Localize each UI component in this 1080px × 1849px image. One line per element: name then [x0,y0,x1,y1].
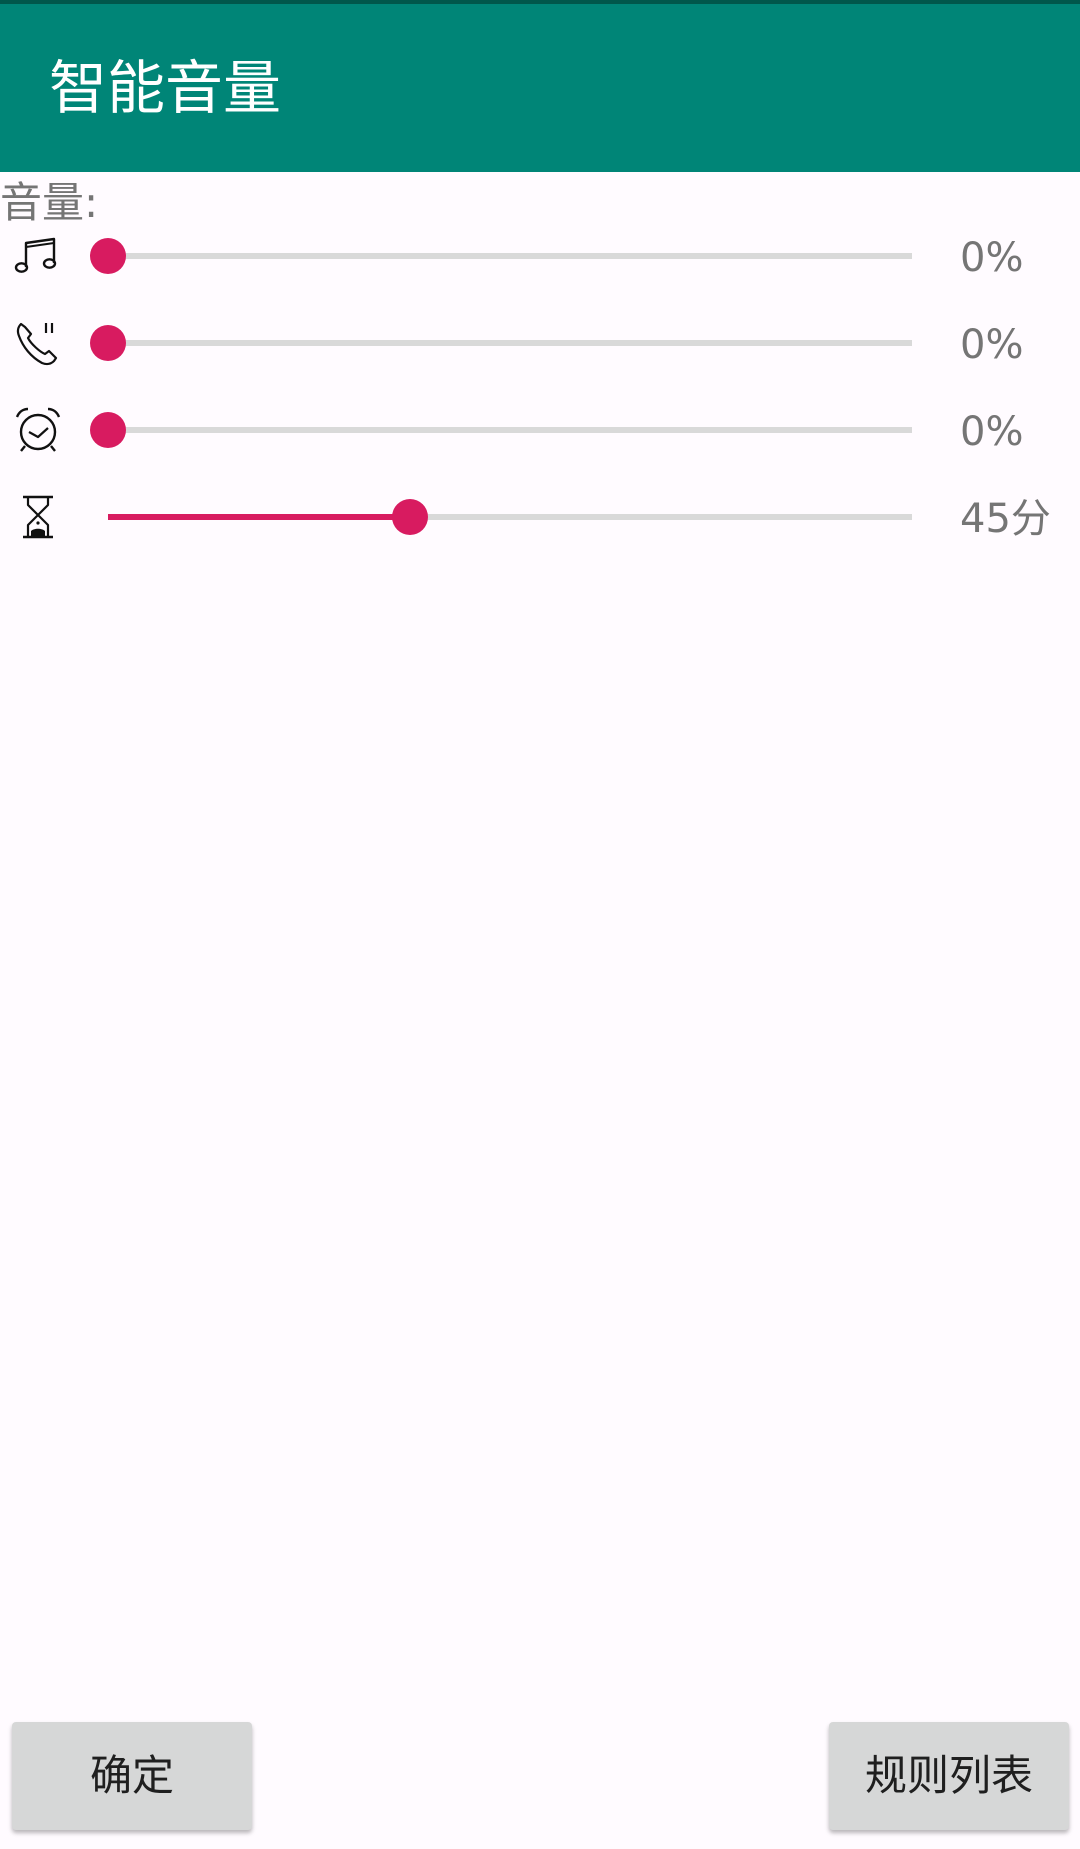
slider-thumb[interactable] [90,325,126,361]
alarm-volume-row: 0% [0,404,1080,492]
slider-track [108,253,912,259]
rules-list-button[interactable]: 规则列表 [829,1722,1069,1830]
duration-value: 45分 [960,496,1051,542]
hourglass-icon [12,491,64,543]
music-volume-slider[interactable] [86,230,916,282]
slider-thumb[interactable] [391,499,428,535]
ring-volume-value: 0% [960,322,1024,368]
phone-ring-icon [12,317,64,369]
slider-thumb[interactable] [90,412,126,448]
app-title: 智能音量 [49,54,282,122]
alarm-volume-value: 0% [960,409,1024,455]
slider-thumb[interactable] [90,238,126,274]
ring-volume-slider[interactable] [86,317,916,369]
slider-fill [108,514,410,520]
alarm-clock-icon [12,404,64,456]
slider-track [108,514,912,520]
confirm-button[interactable]: 确定 [12,1722,252,1830]
music-volume-row: 0% [0,230,1080,318]
slider-track [108,340,912,346]
slider-track [108,427,912,433]
alarm-volume-slider[interactable] [86,404,916,456]
duration-slider[interactable] [86,491,916,543]
music-volume-value: 0% [960,235,1024,281]
volume-label: 音量: [0,178,99,227]
music-note-icon [12,230,64,282]
duration-row: 45分 [0,491,1080,579]
app-bar: 智能音量 [0,4,1080,172]
ring-volume-row: 0% [0,317,1080,405]
